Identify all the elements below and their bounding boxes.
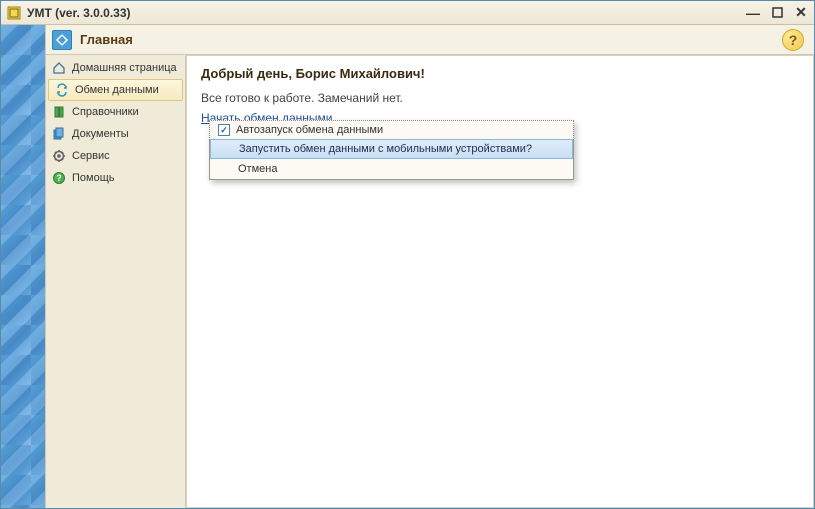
checkbox-icon[interactable]: ✓ <box>218 124 230 136</box>
menu-item-cancel[interactable]: Отмена <box>210 159 573 179</box>
sidebar-item-exchange[interactable]: Обмен данными <box>48 79 183 101</box>
book-icon <box>52 105 66 119</box>
sidebar: Домашняя страница Обмен данными Справочн… <box>46 55 186 508</box>
gear-icon <box>52 149 66 163</box>
close-button[interactable]: ✕ <box>794 6 808 20</box>
sidebar-item-label: Помощь <box>72 172 115 184</box>
sidebar-item-help[interactable]: ? Помощь <box>46 167 185 189</box>
sidebar-item-label: Документы <box>72 128 129 140</box>
sidebar-item-references[interactable]: Справочники <box>46 101 185 123</box>
minimize-button[interactable]: — <box>746 6 760 20</box>
sidebar-item-label: Домашняя страница <box>72 62 177 74</box>
content-row: Домашняя страница Обмен данными Справочн… <box>46 55 814 508</box>
menu-item-label: Отмена <box>238 163 277 175</box>
home-icon <box>52 61 66 75</box>
context-menu: ✓ Автозапуск обмена данными Запустить об… <box>209 120 574 180</box>
body-area: Главная ? Домашняя страница <box>1 25 814 508</box>
page-icon <box>52 30 72 50</box>
sidebar-item-label: Обмен данными <box>75 84 159 96</box>
main-panel: Главная ? Домашняя страница <box>45 25 814 508</box>
documents-icon <box>52 127 66 141</box>
page-title: Главная <box>80 32 782 47</box>
svg-text:?: ? <box>56 173 62 183</box>
app-icon <box>7 6 21 20</box>
app-window: УМТ (ver. 3.0.0.33) — ✕ Главная ? <box>0 0 815 509</box>
sidebar-item-label: Справочники <box>72 106 139 118</box>
sync-icon <box>55 83 69 97</box>
question-icon: ? <box>52 171 66 185</box>
menu-item-label: Автозапуск обмена данными <box>236 124 383 136</box>
decorative-stripe <box>1 25 45 508</box>
menu-item-start-exchange[interactable]: Запустить обмен данными с мобильными уст… <box>210 139 573 159</box>
menu-item-autostart[interactable]: ✓ Автозапуск обмена данными <box>209 120 574 140</box>
menu-item-label: Запустить обмен данными с мобильными уст… <box>239 143 532 155</box>
window-title: УМТ (ver. 3.0.0.33) <box>27 6 746 20</box>
sidebar-item-home[interactable]: Домашняя страница <box>46 57 185 79</box>
page-header: Главная ? <box>46 25 814 55</box>
status-text: Все готово к работе. Замечаний нет. <box>201 91 799 105</box>
help-button[interactable]: ? <box>782 29 804 51</box>
sidebar-item-label: Сервис <box>72 150 110 162</box>
sidebar-item-service[interactable]: Сервис <box>46 145 185 167</box>
greeting-text: Добрый день, Борис Михайлович! <box>201 66 799 81</box>
maximize-button[interactable] <box>770 6 784 20</box>
titlebar: УМТ (ver. 3.0.0.33) — ✕ <box>1 1 814 25</box>
sidebar-item-documents[interactable]: Документы <box>46 123 185 145</box>
window-controls: — ✕ <box>746 6 808 20</box>
content-area: Добрый день, Борис Михайлович! Все готов… <box>186 55 814 508</box>
